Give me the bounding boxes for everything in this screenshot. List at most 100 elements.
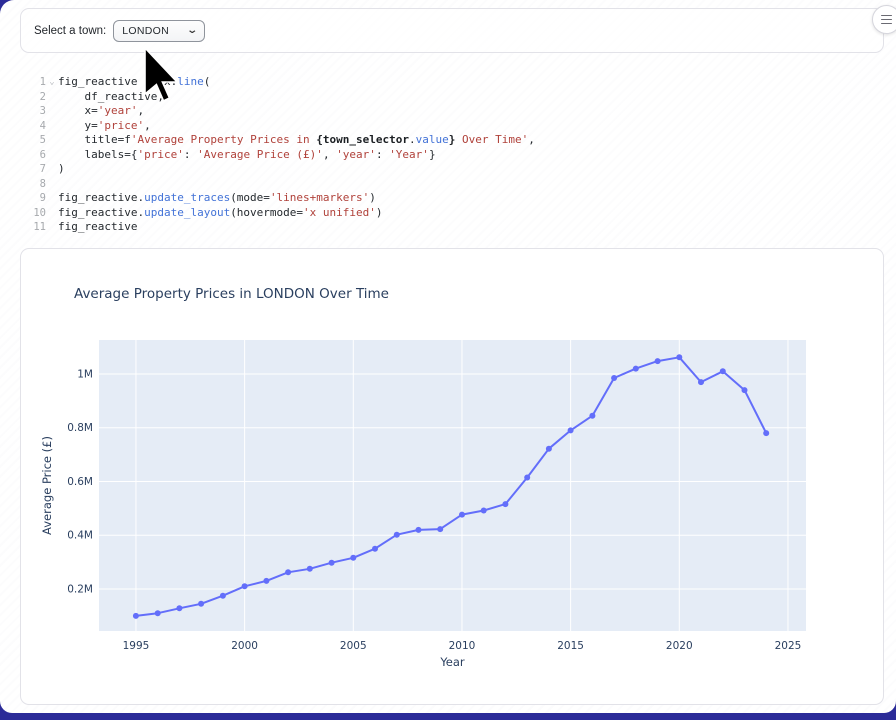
code-line[interactable]: 3 x='year',	[20, 104, 876, 119]
data-point-marker[interactable]	[676, 354, 682, 360]
data-point-marker[interactable]	[459, 512, 465, 518]
x-tick-label: 2000	[231, 640, 258, 652]
code-line-text: fig_reactive = px.line(	[58, 75, 210, 90]
fold-spacer	[46, 206, 58, 221]
x-tick-label: 1995	[123, 640, 150, 652]
app-menu-button[interactable]	[872, 5, 896, 34]
fold-spacer	[46, 104, 58, 119]
data-point-marker[interactable]	[350, 555, 356, 561]
data-point-marker[interactable]	[307, 566, 313, 572]
data-point-marker[interactable]	[763, 430, 769, 436]
code-line[interactable]: 7)	[20, 162, 876, 177]
x-tick-label: 2010	[449, 640, 476, 652]
data-point-marker[interactable]	[263, 578, 269, 584]
data-point-marker[interactable]	[481, 508, 487, 514]
code-line-text: )	[58, 162, 65, 177]
code-line[interactable]: 8	[20, 177, 876, 192]
code-line-text: labels={'price': 'Average Price (£)', 'y…	[58, 148, 436, 163]
y-tick-label: 1M	[77, 368, 93, 380]
data-point-marker[interactable]	[133, 613, 139, 619]
code-line-text: x='year',	[58, 104, 144, 119]
line-number: 7	[20, 162, 46, 177]
data-point-marker[interactable]	[589, 413, 595, 419]
code-line[interactable]: 5 title=f'Average Property Prices in {to…	[20, 133, 876, 148]
code-line[interactable]: 1⌄fig_reactive = px.line(	[20, 75, 876, 90]
code-line[interactable]: 2 df_reactive,	[20, 90, 876, 105]
chevron-down-icon: ⌄	[186, 25, 198, 36]
line-number: 9	[20, 191, 46, 206]
data-point-marker[interactable]	[416, 527, 422, 533]
data-point-marker[interactable]	[372, 546, 378, 552]
y-axis-title: Average Price (£)	[40, 436, 54, 535]
y-tick-label: 0.6M	[67, 476, 93, 488]
code-line[interactable]: 11 fig_reactive	[20, 220, 876, 235]
notebook-app-panel: Select a town: LONDON ⌄ 1⌄fig_reactive =…	[0, 0, 896, 713]
x-tick-label: 2025	[775, 640, 802, 652]
data-point-marker[interactable]	[176, 605, 182, 611]
code-line-text: fig_reactive	[58, 220, 137, 235]
fold-spacer	[46, 119, 58, 134]
data-point-marker[interactable]	[198, 601, 204, 607]
fold-spacer	[46, 90, 58, 105]
line-number: 10	[20, 206, 46, 221]
data-point-marker[interactable]	[568, 427, 574, 433]
chart-title: Average Property Prices in LONDON Over T…	[74, 286, 389, 302]
code-line-text: y='price',	[58, 119, 151, 134]
code-line[interactable]: 6 labels={'price': 'Average Price (£)', …	[20, 148, 876, 163]
x-axis-title: Year	[439, 655, 465, 669]
data-point-marker[interactable]	[242, 583, 248, 589]
data-point-marker[interactable]	[285, 569, 291, 575]
data-point-marker[interactable]	[437, 526, 443, 532]
code-line-text: title=f'Average Property Prices in {town…	[58, 133, 535, 148]
town-select-label: Select a town:	[34, 25, 106, 37]
data-point-marker[interactable]	[633, 366, 639, 372]
y-tick-label: 0.4M	[67, 530, 93, 542]
plotly-line-chart[interactable]: 1995 2000 2005 2010 2015 2020 2025 0.2M 0.4M 0.6M…	[21, 249, 884, 705]
town-select-value: LONDON	[122, 25, 169, 37]
code-line-text: fig_reactive.update_layout(hovermode='x …	[58, 206, 383, 221]
town-selector-cell: Select a town: LONDON ⌄	[20, 8, 884, 53]
fold-spacer	[46, 133, 58, 148]
x-tick-label: 2020	[666, 640, 693, 652]
data-point-marker[interactable]	[720, 368, 726, 374]
line-number: 6	[20, 148, 46, 163]
data-point-marker[interactable]	[655, 358, 661, 364]
line-number: 8	[20, 177, 46, 192]
hamburger-icon	[881, 15, 892, 17]
data-point-marker[interactable]	[155, 610, 161, 616]
code-line[interactable]: 10 fig_reactive.update_layout(hovermode='…	[20, 206, 876, 221]
data-point-marker[interactable]	[524, 475, 530, 481]
data-point-marker[interactable]	[329, 560, 335, 566]
fold-spacer	[46, 148, 58, 163]
x-tick-label: 2015	[557, 640, 584, 652]
code-line[interactable]: 9 fig_reactive.update_traces(mode='lines+…	[20, 191, 876, 206]
town-select[interactable]: LONDON ⌄	[113, 20, 205, 42]
line-number: 2	[20, 90, 46, 105]
code-line-text	[58, 177, 65, 192]
fold-spacer	[46, 177, 58, 192]
line-number: 5	[20, 133, 46, 148]
code-line-text: fig_reactive.update_traces(mode='lines+m…	[58, 191, 376, 206]
code-line-text: df_reactive,	[58, 90, 164, 105]
data-point-marker[interactable]	[502, 501, 508, 507]
line-number: 1	[20, 75, 46, 90]
fold-spacer	[46, 162, 58, 177]
fold-chevron-icon[interactable]: ⌄	[46, 75, 58, 90]
chart-output-panel: 1995 2000 2005 2010 2015 2020 2025 0.2M 0.4M 0.6M…	[20, 248, 884, 705]
line-number: 4	[20, 119, 46, 134]
y-tick-label: 0.2M	[67, 583, 93, 595]
data-point-marker[interactable]	[698, 379, 704, 385]
data-point-marker[interactable]	[546, 446, 552, 452]
x-tick-label: 2005	[340, 640, 367, 652]
data-point-marker[interactable]	[220, 593, 226, 599]
line-number: 3	[20, 104, 46, 119]
data-point-marker[interactable]	[611, 375, 617, 381]
line-number: 11	[20, 220, 46, 235]
fold-spacer	[46, 220, 58, 235]
code-line[interactable]: 4 y='price',	[20, 119, 876, 134]
data-point-marker[interactable]	[742, 387, 748, 393]
data-point-marker[interactable]	[394, 532, 400, 538]
fold-spacer	[46, 191, 58, 206]
y-tick-label: 0.8M	[67, 422, 93, 434]
code-editor[interactable]: 1⌄fig_reactive = px.line(2 df_reactive,3…	[20, 75, 876, 241]
